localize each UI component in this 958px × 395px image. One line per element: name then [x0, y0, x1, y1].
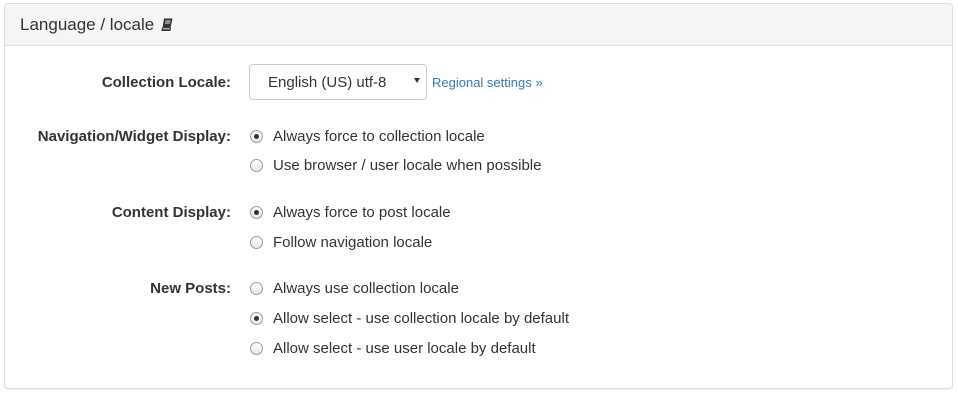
radio-button[interactable] [250, 159, 263, 172]
radio-label: Always force to collection locale [273, 128, 485, 145]
collection-locale-select[interactable]: English (US) utf-8 [249, 64, 427, 100]
radio-button-checked[interactable] [250, 130, 263, 143]
radio-button-checked[interactable] [250, 312, 263, 325]
radio-content-follow-navigation[interactable]: Follow navigation locale [250, 234, 432, 251]
radio-button[interactable] [250, 236, 263, 249]
regional-settings-link[interactable]: Regional settings » [432, 75, 543, 90]
radio-content-force-post-locale[interactable]: Always force to post locale [250, 204, 451, 221]
radio-nav-force-collection-locale[interactable]: Always force to collection locale [250, 128, 485, 145]
chevron-down-icon [414, 78, 420, 83]
radio-label: Follow navigation locale [273, 234, 433, 251]
radio-button-checked[interactable] [250, 206, 263, 219]
content-display-label: Content Display: [111, 204, 231, 221]
book-icon[interactable] [161, 18, 173, 31]
radio-new-posts-select-user-default[interactable]: Allow select - use user locale by defaul… [250, 340, 536, 357]
radio-new-posts-select-collection-default[interactable]: Allow select - use collection locale by … [250, 310, 569, 327]
radio-button[interactable] [250, 282, 263, 295]
collection-locale-label: Collection Locale: [101, 74, 231, 91]
radio-label: Allow select - use collection locale by … [273, 310, 569, 327]
new-posts-label: New Posts: [150, 280, 231, 297]
collection-locale-selected-value: English (US) utf-8 [268, 73, 387, 91]
radio-label: Always force to post locale [273, 204, 451, 221]
radio-new-posts-collection-locale[interactable]: Always use collection locale [250, 280, 459, 297]
radio-button[interactable] [250, 342, 263, 355]
radio-label: Allow select - use user locale by defaul… [273, 340, 536, 357]
radio-nav-browser-locale[interactable]: Use browser / user locale when possible [250, 157, 541, 174]
radio-label: Use browser / user locale when possible [273, 157, 542, 174]
panel-heading: Language / locale [5, 4, 952, 46]
radio-label: Always use collection locale [273, 280, 459, 297]
panel-title: Language / locale [20, 14, 155, 34]
navigation-display-label: Navigation/Widget Display: [37, 128, 231, 145]
language-locale-panel: Language / locale Collection Locale: Eng… [4, 3, 953, 389]
